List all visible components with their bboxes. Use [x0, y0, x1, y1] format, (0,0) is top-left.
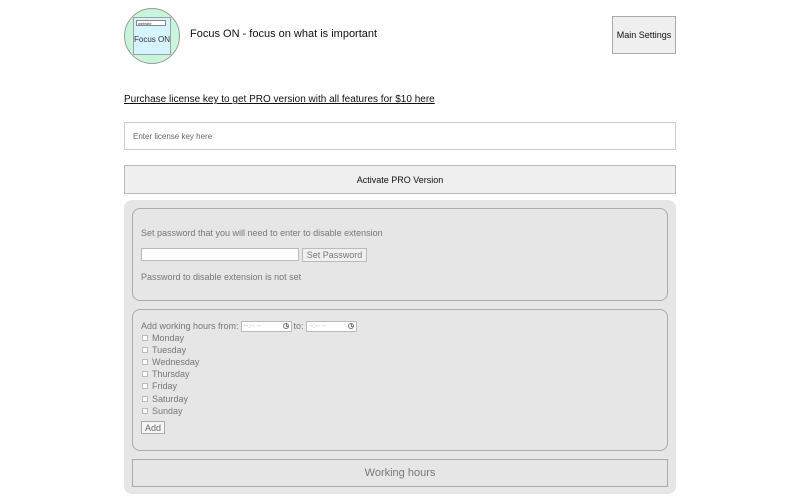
day-item-sunday[interactable]: Sunday — [141, 405, 199, 417]
add-working-hours-button[interactable]: Add — [141, 421, 165, 434]
purchase-license-link[interactable]: Purchase license key to get PRO version … — [124, 94, 435, 105]
activate-pro-button[interactable]: Activate PRO Version — [124, 165, 676, 194]
day-item-monday[interactable]: Monday — [141, 332, 199, 344]
day-checkbox[interactable] — [142, 347, 148, 354]
day-checkbox[interactable] — [142, 407, 148, 414]
day-label: Tuesday — [152, 345, 187, 356]
password-label: Set password that you will need to enter… — [141, 228, 383, 238]
day-label: Saturday — [152, 393, 189, 404]
time-from-placeholder: --:-- -- — [243, 322, 262, 330]
day-checkbox[interactable] — [142, 371, 148, 378]
license-key-input[interactable] — [124, 122, 676, 150]
day-label: Friday — [152, 381, 178, 392]
app-title: Focus ON - focus on what is important — [190, 28, 378, 40]
clock-icon[interactable] — [282, 323, 289, 329]
logo-window-icon: website Focus ON — [133, 17, 171, 55]
day-label: Sunday — [152, 405, 183, 416]
day-item-tuesday[interactable]: Tuesday — [141, 344, 199, 356]
time-to-placeholder: --:-- -- — [308, 322, 327, 330]
day-item-wednesday[interactable]: Wednesday — [141, 356, 199, 368]
logo-tag: website — [136, 20, 166, 26]
main-settings-button[interactable]: Main Settings — [612, 16, 676, 54]
set-password-button[interactable]: Set Password — [302, 248, 367, 262]
day-checkbox[interactable] — [142, 383, 148, 390]
day-checkbox[interactable] — [142, 335, 148, 342]
time-to-input[interactable]: --:-- -- — [305, 320, 357, 332]
day-label: Wednesday — [152, 357, 200, 368]
logo-text: Focus ON — [134, 35, 171, 44]
day-list: Monday Tuesday Wednesday Thursday Friday… — [141, 332, 199, 417]
working-hours-form: Add working hours from: --:-- -- to: --:… — [132, 309, 668, 451]
day-checkbox[interactable] — [142, 359, 148, 366]
day-label: Monday — [152, 333, 185, 344]
day-item-friday[interactable]: Friday — [141, 380, 199, 392]
clock-icon[interactable] — [347, 323, 354, 329]
time-from-input[interactable]: --:-- -- — [240, 320, 292, 332]
day-item-saturday[interactable]: Saturday — [141, 392, 199, 404]
day-checkbox[interactable] — [142, 395, 148, 402]
working-hours-row: Add working hours from: --:-- -- to: --:… — [141, 320, 359, 332]
password-section: Set password that you will need to enter… — [132, 208, 668, 301]
pro-features-panel: Set password that you will need to enter… — [124, 200, 676, 494]
day-item-thursday[interactable]: Thursday — [141, 368, 199, 380]
password-status: Password to disable extension is not set — [141, 272, 302, 282]
from-label: Add working hours from: — [141, 321, 239, 331]
day-label: Thursday — [152, 369, 190, 380]
working-hours-section-title: Working hours — [132, 459, 668, 487]
app-logo: website Focus ON — [124, 8, 180, 64]
to-label: to: — [293, 321, 304, 331]
password-input[interactable] — [141, 248, 299, 261]
